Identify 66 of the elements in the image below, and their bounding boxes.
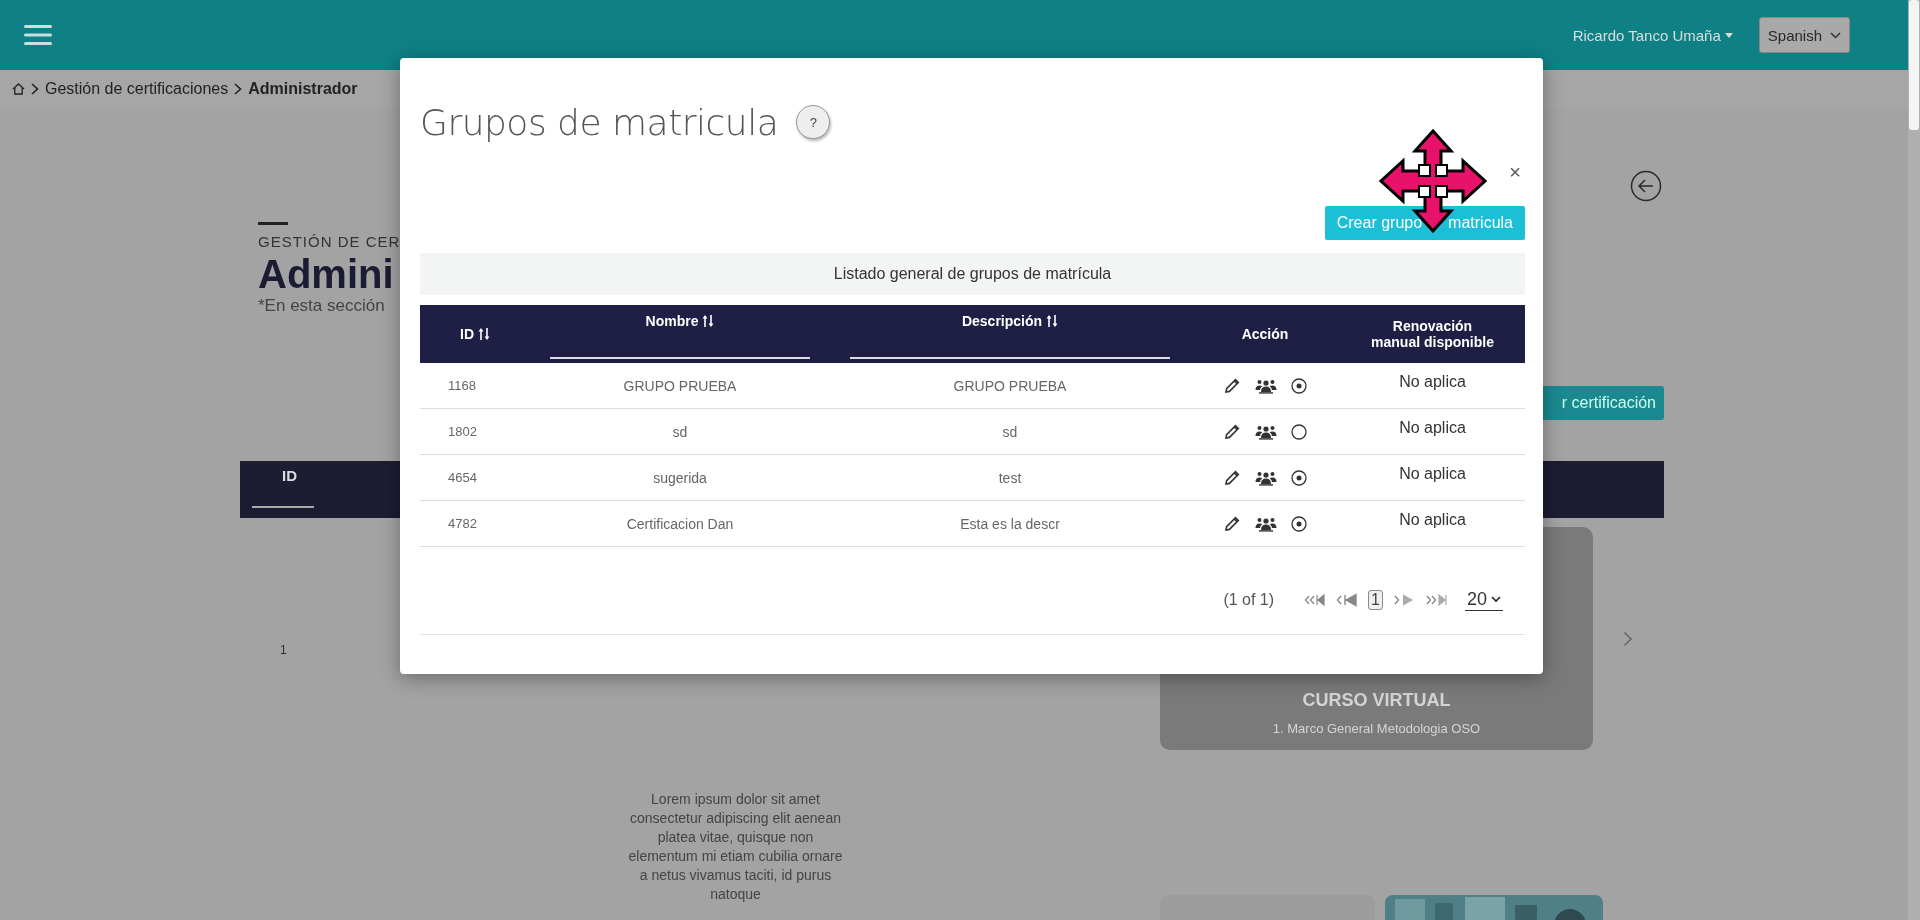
chevron-right-icon bbox=[234, 83, 243, 95]
radio-button[interactable] bbox=[1291, 469, 1307, 486]
users-icon[interactable] bbox=[1255, 377, 1277, 394]
menu-icon[interactable] bbox=[24, 24, 52, 46]
table-cell-text: sd bbox=[1001, 422, 1019, 442]
column-header[interactable]: Nombre bbox=[645, 313, 699, 329]
section-label: GESTIÓN DE CER bbox=[258, 233, 401, 250]
table-cell-text: No aplica bbox=[1398, 510, 1467, 530]
users-icon[interactable] bbox=[1255, 469, 1277, 486]
column-header: Acción bbox=[1241, 326, 1289, 342]
radio-button[interactable] bbox=[1291, 515, 1307, 532]
previous-page-icon[interactable] bbox=[1336, 593, 1359, 607]
home-icon[interactable] bbox=[12, 83, 25, 95]
chevron-right-icon bbox=[31, 83, 39, 95]
card-subtitle: 1. Marco General Metodologia OSO bbox=[1272, 721, 1481, 736]
column-header[interactable]: ID bbox=[460, 326, 474, 342]
table-cell: 1 bbox=[280, 643, 287, 657]
edit-icon[interactable] bbox=[1223, 468, 1241, 487]
page-size-select[interactable]: 20 bbox=[1464, 589, 1503, 611]
table-cell-text: No aplica bbox=[1398, 464, 1467, 484]
users-icon[interactable] bbox=[1255, 423, 1277, 440]
table-cell-text: 4654 bbox=[447, 469, 478, 487]
description-text: Lorem ipsum dolor sit amet consectetur adipiscing elit aenean platea vitae, quisque non elementum mi etiam cubilia ornare a netus vivamus taciti, id purus natoque bbox=[628, 790, 843, 904]
breadcrumb-item[interactable]: Gestión de certificaciones bbox=[45, 80, 229, 98]
sort-icon[interactable] bbox=[1046, 314, 1059, 328]
dialog-title: Grupos de matricula bbox=[420, 101, 779, 143]
table-cell-text: 1168 bbox=[447, 377, 477, 395]
sort-icon[interactable] bbox=[478, 327, 490, 341]
table-cell-text: Esta es la descr bbox=[959, 514, 1061, 534]
table-cell-text: No aplica bbox=[1398, 372, 1467, 392]
edit-icon[interactable] bbox=[1223, 422, 1241, 441]
table-cell-text: GRUPO PRUEBA bbox=[622, 376, 738, 396]
language-select[interactable]: Spanish bbox=[1758, 17, 1850, 53]
page-summary: (1 of 1) bbox=[1223, 591, 1275, 609]
table-cell-text: 1802 bbox=[447, 423, 478, 441]
table-cell-text: sd bbox=[671, 422, 689, 442]
card-title: CURSO VIRTUAL bbox=[1302, 690, 1451, 711]
table-cell-text: GRUPO PRUEBA bbox=[952, 376, 1068, 396]
page-button[interactable]: 1 bbox=[1368, 590, 1383, 610]
page-title: Admini bbox=[258, 252, 394, 296]
caret-icon bbox=[1724, 32, 1733, 38]
edit-icon[interactable] bbox=[1223, 514, 1241, 533]
page-subtitle: *En esta sección bbox=[258, 296, 385, 316]
help-button[interactable]: ? bbox=[796, 105, 831, 139]
sort-icon[interactable] bbox=[702, 314, 715, 328]
column-header[interactable]: Descripción bbox=[961, 313, 1043, 329]
table-cell-text: Certificacion Dan bbox=[625, 514, 735, 534]
close-button[interactable]: × bbox=[1505, 162, 1525, 182]
table-cell-text: No aplica bbox=[1398, 418, 1467, 438]
edit-icon[interactable] bbox=[1223, 376, 1241, 395]
first-page-icon[interactable] bbox=[1304, 593, 1327, 607]
users-icon[interactable] bbox=[1255, 515, 1277, 532]
table-cell-text: test bbox=[997, 468, 1023, 488]
radio-button[interactable] bbox=[1291, 377, 1307, 394]
table-cell-text: sugerida bbox=[652, 468, 708, 488]
radio-button[interactable] bbox=[1291, 423, 1307, 440]
column-header: ID bbox=[282, 467, 298, 484]
table-caption: Listado general de grupos de matrícula bbox=[420, 253, 1525, 295]
next-page-icon[interactable] bbox=[1392, 593, 1415, 607]
table-cell-text: 4782 bbox=[447, 515, 478, 533]
last-page-icon[interactable] bbox=[1424, 593, 1449, 607]
scrollbar[interactable] bbox=[1908, 0, 1920, 920]
column-header: Renovación manual disponible bbox=[1370, 318, 1495, 350]
chevron-down-icon bbox=[1830, 31, 1841, 39]
breadcrumb-item[interactable]: Administrador bbox=[248, 80, 358, 98]
chevron-down-icon bbox=[1491, 596, 1501, 603]
